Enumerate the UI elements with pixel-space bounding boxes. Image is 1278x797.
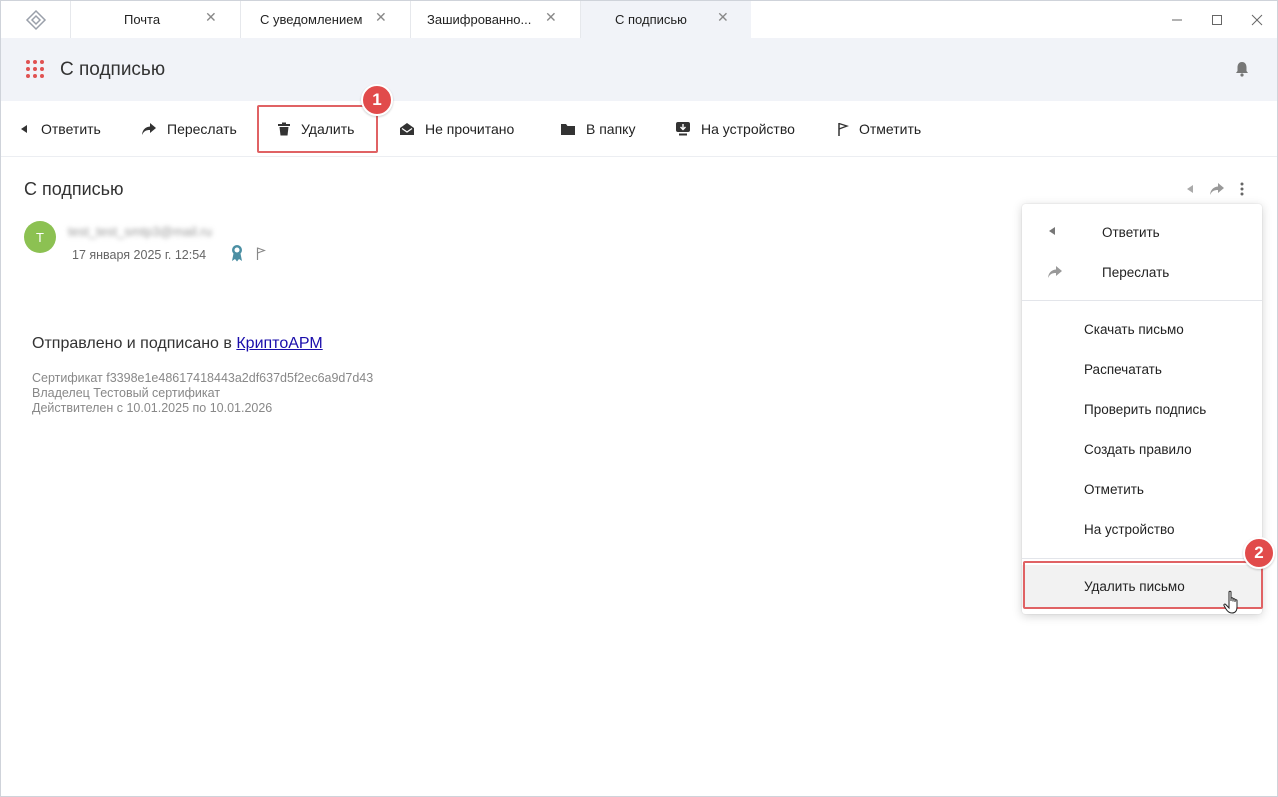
mark-unread-button[interactable]: Не прочитано: [399, 101, 514, 157]
close-icon[interactable]: ✕: [545, 9, 557, 26]
forward-button[interactable]: Переслать: [141, 101, 237, 157]
flag-icon: [838, 122, 849, 136]
delete-button[interactable]: Удалить: [277, 101, 354, 157]
message-date: 17 января 2025 г. 12:54: [72, 248, 207, 262]
tab-mail[interactable]: Почта ✕: [71, 1, 241, 38]
flag-icon[interactable]: [256, 247, 267, 265]
menu-item-label: Создать правило: [1084, 441, 1192, 457]
delete-label: Удалить: [301, 121, 355, 137]
page-title: С подписью: [60, 59, 166, 80]
menu-item-create-rule[interactable]: Создать правило: [1022, 429, 1262, 469]
sender-email: test_test_smtp3@mail.ru: [68, 224, 212, 239]
reply-button[interactable]: Ответить: [19, 101, 101, 157]
menu-item-label: Скачать письмо: [1084, 321, 1184, 337]
certificate-info: Сертификат f3398e1e48617418443a2df637d5f…: [32, 371, 373, 416]
hand-cursor-icon: [1223, 590, 1241, 621]
maximize-button[interactable]: [1197, 1, 1237, 38]
certificate-validity: Действителен с 10.01.2025 по 10.01.2026: [32, 401, 273, 415]
bell-icon[interactable]: [1233, 60, 1251, 78]
forward-icon: [1048, 266, 1062, 278]
forward-icon: [142, 123, 156, 135]
menu-item-label: Распечатать: [1084, 361, 1162, 377]
message-actions: [1185, 181, 1247, 197]
forward-icon[interactable]: [1209, 182, 1225, 196]
menu-item-print[interactable]: Распечатать: [1022, 349, 1262, 389]
reply-icon: [1049, 227, 1055, 235]
cryptoarm-link[interactable]: КриптоАРМ: [236, 335, 322, 352]
menu-item-download[interactable]: Скачать письмо: [1022, 309, 1262, 349]
trash-icon: [278, 122, 290, 136]
menu-item-label: Переслать: [1102, 264, 1170, 280]
close-window-button[interactable]: [1237, 1, 1277, 38]
message-subject: С подписью: [24, 179, 124, 199]
close-icon[interactable]: ✕: [205, 9, 217, 26]
download-icon: [676, 122, 690, 136]
message-context-menu: Ответить Переслать Скачать письмо Распеч…: [1022, 204, 1262, 614]
app-logo-icon: [1, 1, 71, 38]
save-to-device-button[interactable]: На устройство: [675, 101, 795, 157]
more-vertical-icon[interactable]: [1237, 181, 1247, 197]
folder-label: В папку: [586, 121, 636, 137]
certificate-owner: Владелец Тестовый сертификат: [32, 386, 221, 400]
certificate-icon[interactable]: [230, 244, 244, 267]
step-badge-2: 2: [1243, 537, 1275, 569]
tab-signed[interactable]: С подписью ✕: [581, 1, 751, 38]
tab-with-notification[interactable]: С уведомлением ✕: [241, 1, 411, 38]
reply-label: Ответить: [41, 121, 101, 137]
minimize-button[interactable]: [1157, 1, 1197, 38]
menu-divider: [1022, 300, 1262, 301]
page-header: С подписью: [1, 38, 1277, 101]
tab-label: С подписью: [615, 12, 687, 27]
menu-item-verify-signature[interactable]: Проверить подпись: [1022, 389, 1262, 429]
reply-icon: [21, 125, 27, 133]
menu-item-label: Отметить: [1084, 481, 1144, 497]
forward-label: Переслать: [167, 121, 237, 137]
menu-item-label: Проверить подпись: [1084, 401, 1207, 417]
menu-item-to-device[interactable]: На устройство: [1022, 509, 1262, 549]
reply-icon[interactable]: [1185, 183, 1197, 195]
close-icon[interactable]: ✕: [717, 9, 729, 26]
step-badge-1: 1: [361, 84, 393, 116]
certificate-line: Сертификат f3398e1e48617418443a2df637d5f…: [32, 371, 374, 385]
menu-item-reply[interactable]: Ответить: [1022, 212, 1262, 252]
menu-divider: [1022, 558, 1262, 559]
sender-avatar: T: [24, 221, 56, 253]
folder-icon: [561, 124, 575, 135]
unread-label: Не прочитано: [425, 121, 515, 137]
app-window: Почта ✕ С уведомлением ✕ Зашифрованно...…: [0, 0, 1278, 797]
tab-label: Почта: [124, 12, 161, 27]
title-bar: Почта ✕ С уведомлением ✕ Зашифрованно...…: [1, 1, 1277, 38]
mark-label: Отметить: [859, 121, 922, 137]
menu-item-label: На устройство: [1084, 521, 1175, 537]
menu-item-label: Ответить: [1102, 224, 1160, 240]
tab-encrypted[interactable]: Зашифрованно... ✕: [411, 1, 581, 38]
body-text: Отправлено и подписано в: [32, 335, 237, 352]
window-controls: [1157, 1, 1277, 38]
message-toolbar: Ответить Переслать Удалить Не прочитано …: [1, 101, 1277, 157]
tab-label: С уведомлением: [260, 12, 363, 27]
tab-label: Зашифрованно...: [427, 12, 532, 27]
menu-item-forward[interactable]: Переслать: [1022, 252, 1262, 292]
mark-flag-button[interactable]: Отметить: [837, 101, 921, 157]
menu-item-label: Удалить письмо: [1084, 578, 1185, 594]
envelope-open-icon: [400, 123, 414, 135]
message-body: Отправлено и подписано в КриптоАРМ: [32, 335, 323, 353]
move-to-folder-button[interactable]: В папку: [560, 101, 635, 157]
menu-item-mark[interactable]: Отметить: [1022, 469, 1262, 509]
device-label: На устройство: [701, 121, 795, 137]
close-icon[interactable]: ✕: [375, 9, 387, 26]
apps-grid-icon[interactable]: [26, 60, 44, 78]
